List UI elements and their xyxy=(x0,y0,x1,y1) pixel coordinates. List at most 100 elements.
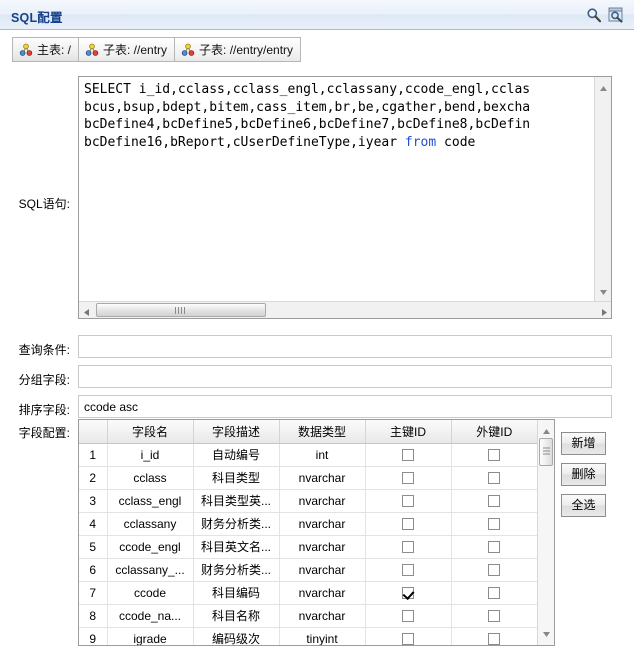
cell-row-number[interactable]: 2 xyxy=(79,466,108,490)
cell-data-type[interactable]: nvarchar xyxy=(279,535,366,559)
primary-key-checkbox[interactable] xyxy=(402,610,414,623)
group-field-input[interactable] xyxy=(78,365,612,388)
cell-field-desc[interactable]: 自动编号 xyxy=(193,443,280,467)
field-config-grid[interactable]: 字段名 字段描述 数据类型 主键ID 外键ID 1 i_id 自动编号 int 2 ccl… xyxy=(78,419,555,646)
primary-key-checkbox[interactable] xyxy=(402,495,414,508)
primary-key-cell[interactable] xyxy=(365,535,452,559)
foreign-key-cell[interactable] xyxy=(451,558,537,582)
foreign-key-cell[interactable] xyxy=(451,443,537,467)
select-all-button[interactable]: 全选 xyxy=(561,494,606,517)
scroll-right-arrow-icon[interactable] xyxy=(601,306,608,318)
cell-field-name[interactable]: ccode xyxy=(107,581,194,605)
sql-editor[interactable]: SELECT i_id,cclass,cclass_engl,cclassany… xyxy=(78,76,612,319)
table-row[interactable]: 9 igrade 编码级次 tinyint xyxy=(79,627,537,645)
table-row[interactable]: 5 ccode_engl 科目英文名... nvarchar xyxy=(79,535,537,559)
scroll-up-arrow-icon[interactable] xyxy=(599,81,608,95)
primary-key-cell[interactable] xyxy=(365,489,452,513)
col-header-field-desc[interactable]: 字段描述 xyxy=(193,420,280,444)
zoom-window-icon[interactable] xyxy=(608,7,624,23)
sql-editor-text[interactable]: SELECT i_id,cclass,cclass_engl,cclassany… xyxy=(84,81,611,151)
scroll-left-arrow-icon[interactable] xyxy=(83,306,90,318)
cell-data-type[interactable]: int xyxy=(279,443,366,467)
foreign-key-cell[interactable] xyxy=(451,512,537,536)
tab-main-table[interactable]: 主表: / xyxy=(12,37,80,62)
cell-field-name[interactable]: igrade xyxy=(107,627,194,645)
primary-key-checkbox[interactable] xyxy=(402,541,414,554)
primary-key-checkbox[interactable] xyxy=(402,587,414,600)
foreign-key-checkbox[interactable] xyxy=(488,541,501,554)
foreign-key-checkbox[interactable] xyxy=(488,495,501,508)
cell-data-type[interactable]: nvarchar xyxy=(279,558,366,582)
cell-field-name[interactable]: cclassany xyxy=(107,512,194,536)
cell-field-desc[interactable]: 科目类型 xyxy=(193,466,280,490)
cell-field-desc[interactable]: 编码级次 xyxy=(193,627,280,645)
cell-row-number[interactable]: 9 xyxy=(79,627,108,645)
cell-field-name[interactable]: cclass_engl xyxy=(107,489,194,513)
foreign-key-checkbox[interactable] xyxy=(488,518,501,531)
foreign-key-cell[interactable] xyxy=(451,627,537,645)
table-row[interactable]: 8 ccode_na... 科目名称 nvarchar xyxy=(79,604,537,628)
foreign-key-cell[interactable] xyxy=(451,466,537,490)
cell-field-desc[interactable]: 科目英文名... xyxy=(193,535,280,559)
cell-field-name[interactable]: i_id xyxy=(107,443,194,467)
sql-hscroll-thumb[interactable] xyxy=(96,303,266,317)
foreign-key-checkbox[interactable] xyxy=(488,587,501,600)
cell-field-name[interactable]: ccode_na... xyxy=(107,604,194,628)
scroll-down-arrow-icon[interactable] xyxy=(599,285,608,299)
primary-key-cell[interactable] xyxy=(365,558,452,582)
primary-key-cell[interactable] xyxy=(365,443,452,467)
col-header-primary-key[interactable]: 主键ID xyxy=(365,420,452,444)
foreign-key-checkbox[interactable] xyxy=(488,633,501,645)
foreign-key-checkbox[interactable] xyxy=(488,449,501,462)
foreign-key-cell[interactable] xyxy=(451,581,537,605)
order-field-input[interactable] xyxy=(78,395,612,418)
primary-key-cell[interactable] xyxy=(365,466,452,490)
cell-data-type[interactable]: nvarchar xyxy=(279,604,366,628)
primary-key-cell[interactable] xyxy=(365,627,452,645)
cell-data-type[interactable]: nvarchar xyxy=(279,581,366,605)
table-row[interactable]: 4 cclassany 财务分析类... nvarchar xyxy=(79,512,537,536)
foreign-key-cell[interactable] xyxy=(451,489,537,513)
search-icon[interactable] xyxy=(586,7,602,23)
primary-key-checkbox[interactable] xyxy=(402,449,414,462)
foreign-key-checkbox[interactable] xyxy=(488,610,501,623)
cell-row-number[interactable]: 1 xyxy=(79,443,108,467)
tab-sub-table-entry-entry[interactable]: 子表: //entry/entry xyxy=(175,37,302,62)
sql-vertical-scrollbar[interactable] xyxy=(594,77,611,303)
primary-key-cell[interactable] xyxy=(365,604,452,628)
foreign-key-cell[interactable] xyxy=(451,535,537,559)
foreign-key-checkbox[interactable] xyxy=(488,472,501,485)
col-header-data-type[interactable]: 数据类型 xyxy=(279,420,366,444)
primary-key-checkbox[interactable] xyxy=(402,518,414,531)
primary-key-cell[interactable] xyxy=(365,512,452,536)
cell-row-number[interactable]: 8 xyxy=(79,604,108,628)
cell-row-number[interactable]: 4 xyxy=(79,512,108,536)
col-header-field-name[interactable]: 字段名 xyxy=(107,420,194,444)
cell-field-desc[interactable]: 财务分析类... xyxy=(193,558,280,582)
cell-row-number[interactable]: 7 xyxy=(79,581,108,605)
scroll-up-arrow-icon[interactable] xyxy=(542,424,551,438)
query-condition-input[interactable] xyxy=(78,335,612,358)
scroll-down-arrow-icon[interactable] xyxy=(542,627,551,641)
tab-sub-table-entry[interactable]: 子表: //entry xyxy=(79,37,176,62)
table-row[interactable]: 3 cclass_engl 科目类型英... nvarchar xyxy=(79,489,537,513)
grid-vscroll-thumb[interactable] xyxy=(539,438,553,466)
primary-key-checkbox[interactable] xyxy=(402,472,414,485)
cell-field-name[interactable]: ccode_engl xyxy=(107,535,194,559)
grid-vertical-scrollbar[interactable] xyxy=(537,420,554,645)
add-button[interactable]: 新增 xyxy=(561,432,606,455)
foreign-key-cell[interactable] xyxy=(451,604,537,628)
cell-field-desc[interactable]: 财务分析类... xyxy=(193,512,280,536)
cell-field-desc[interactable]: 科目名称 xyxy=(193,604,280,628)
table-row[interactable]: 6 cclassany_... 财务分析类... nvarchar xyxy=(79,558,537,582)
table-row[interactable]: 1 i_id 自动编号 int xyxy=(79,443,537,467)
cell-data-type[interactable]: nvarchar xyxy=(279,466,366,490)
cell-data-type[interactable]: nvarchar xyxy=(279,512,366,536)
table-row[interactable]: 2 cclass 科目类型 nvarchar xyxy=(79,466,537,490)
cell-data-type[interactable]: tinyint xyxy=(279,627,366,645)
primary-key-cell[interactable] xyxy=(365,581,452,605)
primary-key-checkbox[interactable] xyxy=(402,633,414,645)
col-header-foreign-key[interactable]: 外键ID xyxy=(451,420,537,444)
sql-horizontal-scrollbar[interactable] xyxy=(79,301,611,318)
cell-row-number[interactable]: 6 xyxy=(79,558,108,582)
